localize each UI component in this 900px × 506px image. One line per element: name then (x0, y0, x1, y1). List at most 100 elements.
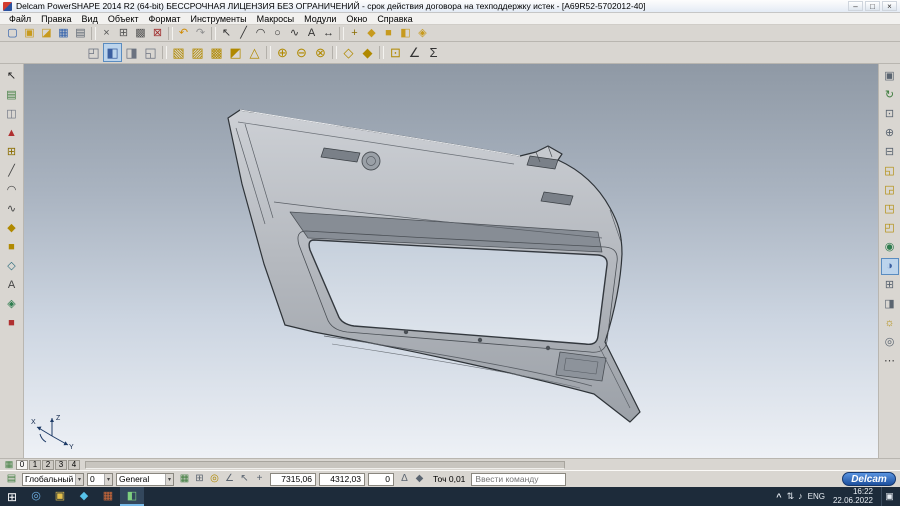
menu-item[interactable]: Справка (372, 14, 417, 24)
globe-icon[interactable]: ◉ (881, 239, 899, 256)
maximize-button[interactable]: □ (865, 1, 880, 11)
language-indicator[interactable]: ENG (808, 492, 825, 501)
page-view-icon[interactable]: ▣ (881, 68, 899, 85)
taskbar-app-office[interactable]: ▦ (96, 487, 120, 506)
shaded-view-icon[interactable]: ◧ (103, 43, 122, 62)
workspace-select[interactable]: Глобальный ▾ (22, 472, 84, 486)
snap-toggle-icon[interactable]: ◎ (207, 473, 222, 486)
menu-item[interactable]: Модули (299, 14, 341, 24)
feature-icon[interactable]: ◧ (397, 26, 414, 41)
start-button[interactable]: ⊞ (0, 487, 24, 506)
surface-network-icon[interactable]: ◇ (339, 43, 358, 62)
grid-toggle-icon[interactable]: ⊞ (192, 473, 207, 486)
taskbar-app-browser[interactable]: ◎ (24, 487, 48, 506)
boolean-union-icon[interactable]: ⊕ (273, 43, 292, 62)
close-button[interactable]: × (882, 1, 897, 11)
levels-icon[interactable]: ▦ (2, 459, 16, 470)
shading-mode-icon[interactable]: ◑ (880, 258, 899, 275)
workplane-icon[interactable]: + (346, 26, 363, 41)
pick-filter-icon[interactable]: ◰ (84, 43, 103, 62)
solid-block-icon[interactable]: ▧ (169, 43, 188, 62)
solid-revolve-icon[interactable]: ▩ (207, 43, 226, 62)
new-model-icon[interactable]: ▢ (4, 26, 21, 41)
menu-item[interactable]: Файл (4, 14, 36, 24)
command-input[interactable] (471, 472, 567, 486)
more-tools-icon[interactable]: ⋯ (881, 353, 899, 370)
section-view-icon[interactable]: ◨ (881, 296, 899, 313)
level-tab[interactable]: 2 (42, 459, 54, 470)
tray-chevron-icon[interactable]: ^ (776, 492, 781, 502)
wireframe-view-icon[interactable]: ◨ (122, 43, 141, 62)
light-icon[interactable]: ☼ (881, 315, 899, 332)
annotation-tool-icon[interactable]: A (3, 277, 21, 294)
network-icon[interactable]: ⇅ (787, 491, 795, 502)
solid-fillet-icon[interactable]: △ (245, 43, 264, 62)
view-top-icon[interactable]: ◱ (881, 163, 899, 180)
measure-icon[interactable]: ∠ (405, 43, 424, 62)
solid-tool-icon[interactable]: ■ (3, 239, 21, 256)
view-front-icon[interactable]: ◲ (881, 182, 899, 199)
viewport-3d[interactable]: X Y Z (24, 64, 878, 458)
clipboard-icon[interactable]: ◫ (3, 106, 21, 123)
refresh-view-icon[interactable]: ↻ (881, 87, 899, 104)
relative-coords-icon[interactable]: Δ (397, 473, 412, 486)
open-model-icon[interactable]: ▣ (21, 26, 38, 41)
level-tab[interactable]: 4 (68, 459, 80, 470)
boolean-intersect-icon[interactable]: ⊗ (311, 43, 330, 62)
text-icon[interactable]: A (303, 26, 320, 41)
undo-icon[interactable]: ↶ (175, 26, 192, 41)
menu-item[interactable]: Вид (77, 14, 103, 24)
taskbar-app-powershape[interactable]: ◧ (120, 487, 144, 506)
lock-coords-icon[interactable]: ◆ (412, 473, 427, 486)
coordinate-z-field[interactable]: 0 (368, 472, 394, 486)
circle-icon[interactable]: ○ (269, 26, 286, 41)
view-iso-icon[interactable]: ◰ (881, 220, 899, 237)
minimize-button[interactable]: – (848, 1, 863, 11)
style-select[interactable]: General ▾ (116, 472, 174, 486)
workspace-icon[interactable]: ▤ (4, 473, 19, 486)
arc-icon[interactable]: ◠ (252, 26, 269, 41)
line-tool-icon[interactable]: ╱ (3, 163, 21, 180)
volume-icon[interactable]: ♪ (798, 491, 803, 502)
alert-icon[interactable]: ▲ (3, 125, 21, 142)
print-icon[interactable]: ▤ (72, 26, 89, 41)
zoom-box-icon[interactable]: ⊟ (881, 144, 899, 161)
clock[interactable]: 16:22 22.06.2022 (833, 487, 873, 506)
copy-icon[interactable]: ⊞ (115, 26, 132, 41)
workplane-tool-icon[interactable]: ⊞ (3, 144, 21, 161)
feature-hole-icon[interactable]: ⊡ (386, 43, 405, 62)
cut-icon[interactable]: × (98, 26, 115, 41)
dynamic-section-icon[interactable]: ◱ (141, 43, 160, 62)
view-side-icon[interactable]: ◳ (881, 201, 899, 218)
taskbar-app-mail[interactable]: ◆ (72, 487, 96, 506)
menu-item[interactable]: Правка (36, 14, 76, 24)
menu-item[interactable]: Окно (341, 14, 372, 24)
dimension-icon[interactable]: ↔ (320, 26, 337, 41)
curve-tool-icon[interactable]: ∿ (3, 201, 21, 218)
boolean-subtract-icon[interactable]: ⊖ (292, 43, 311, 62)
menu-item[interactable]: Объект (103, 14, 144, 24)
menu-item[interactable]: Формат (144, 14, 186, 24)
line-icon[interactable]: ╱ (235, 26, 252, 41)
redo-icon[interactable]: ↷ (192, 26, 209, 41)
wireframe-tool-icon[interactable]: ◇ (3, 258, 21, 275)
action-center-icon[interactable]: ▣ (881, 487, 897, 506)
angle-snap-icon[interactable]: ∠ (222, 473, 237, 486)
coordinate-y-field[interactable]: 4312,03 (319, 472, 365, 486)
level-spinner[interactable]: 0 ▾ (87, 472, 113, 486)
arc-tool-icon[interactable]: ◠ (3, 182, 21, 199)
curve-icon[interactable]: ∿ (286, 26, 303, 41)
level-tab[interactable]: 1 (29, 459, 41, 470)
paste-icon[interactable]: ▩ (132, 26, 149, 41)
levels-toggle-icon[interactable]: ▦ (177, 473, 192, 486)
zoom-full-icon[interactable]: ⊡ (881, 106, 899, 123)
select-arrow-icon[interactable]: ↖ (218, 26, 235, 41)
solid-sweep-icon[interactable]: ◩ (226, 43, 245, 62)
stop-icon[interactable]: ■ (3, 315, 21, 332)
surface-icon[interactable]: ◆ (363, 26, 380, 41)
menu-item[interactable]: Макросы (252, 14, 300, 24)
taskbar-app-explorer[interactable]: ▣ (48, 487, 72, 506)
level-tab[interactable]: 3 (55, 459, 67, 470)
assembly-icon[interactable]: ◈ (414, 26, 431, 41)
save-icon[interactable]: ▦ (55, 26, 72, 41)
